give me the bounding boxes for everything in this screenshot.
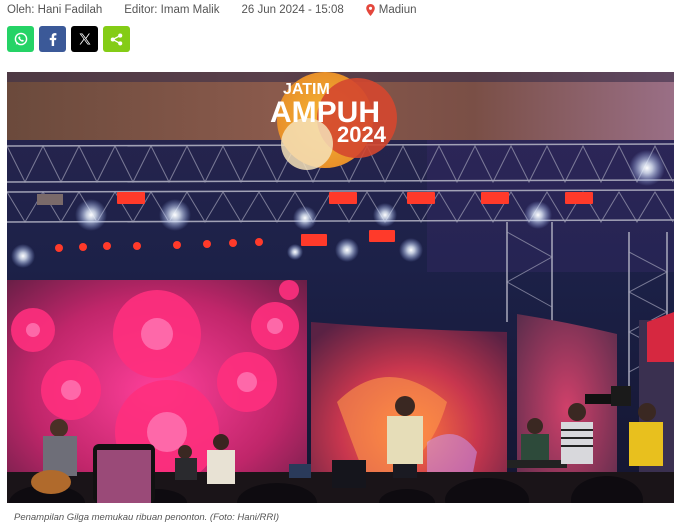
share-icon [110,33,123,45]
article-photo: JATIM AMPUH 2024 [7,72,674,503]
facebook-icon [49,32,56,46]
editor-label: Editor: Imam Malik [124,4,220,16]
whatsapp-share-button[interactable] [7,26,34,52]
map-pin-icon [365,4,375,16]
author-label: Oleh: Hani Fadilah [7,4,103,16]
share-button[interactable] [103,26,130,52]
location-label: Madiun [378,4,417,16]
x-share-button[interactable] [71,26,98,52]
publish-datetime: 26 Jun 2024 - 15:08 [241,4,344,16]
whatsapp-icon [14,32,27,46]
photo-caption: Penampilan Gilga memukau ribuan penonton… [14,512,280,523]
article-meta: Oleh: Hani Fadilah Editor: Imam Malik 26… [7,3,417,17]
x-icon [79,33,90,45]
logo-year: 2024 [337,122,387,147]
facebook-share-button[interactable] [39,26,66,52]
share-buttons [7,26,130,52]
